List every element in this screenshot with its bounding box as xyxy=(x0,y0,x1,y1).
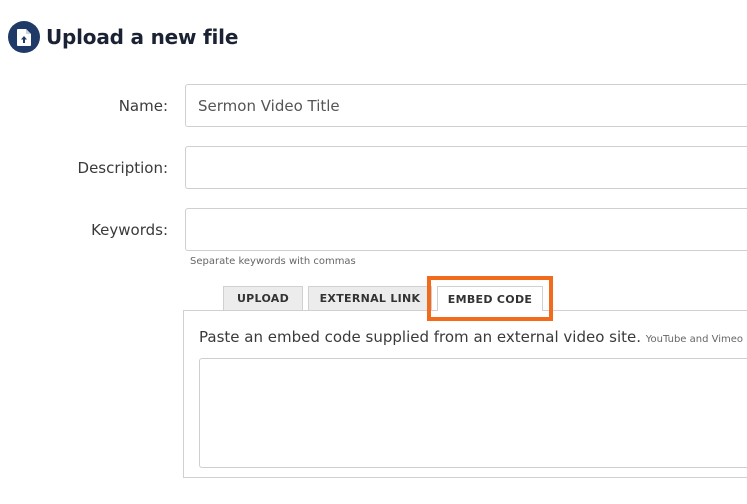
tab-embed-code[interactable]: EMBED CODE xyxy=(437,286,543,311)
embed-instruction-text: Paste an embed code supplied from an ext… xyxy=(199,328,641,346)
name-label: Name: xyxy=(118,97,168,115)
embed-code-textarea[interactable] xyxy=(199,358,747,468)
tab-external-link[interactable]: EXTERNAL LINK xyxy=(308,286,432,310)
page-header: Upload a new file xyxy=(8,21,238,53)
name-value: Sermon Video Title xyxy=(198,96,340,115)
keywords-field[interactable] xyxy=(185,208,747,251)
name-field[interactable]: Sermon Video Title xyxy=(185,84,747,127)
keywords-help-text: Separate keywords with commas xyxy=(190,256,356,267)
page-title: Upload a new file xyxy=(46,25,239,49)
embed-instruction: Paste an embed code supplied from an ext… xyxy=(199,328,747,346)
file-upload-icon xyxy=(8,21,40,53)
description-label: Description: xyxy=(77,159,168,177)
keywords-label: Keywords: xyxy=(91,221,168,239)
tab-upload[interactable]: UPLOAD xyxy=(223,286,303,310)
embed-note: YouTube and Vimeo URLs xyxy=(645,334,747,345)
description-field[interactable] xyxy=(185,146,747,189)
